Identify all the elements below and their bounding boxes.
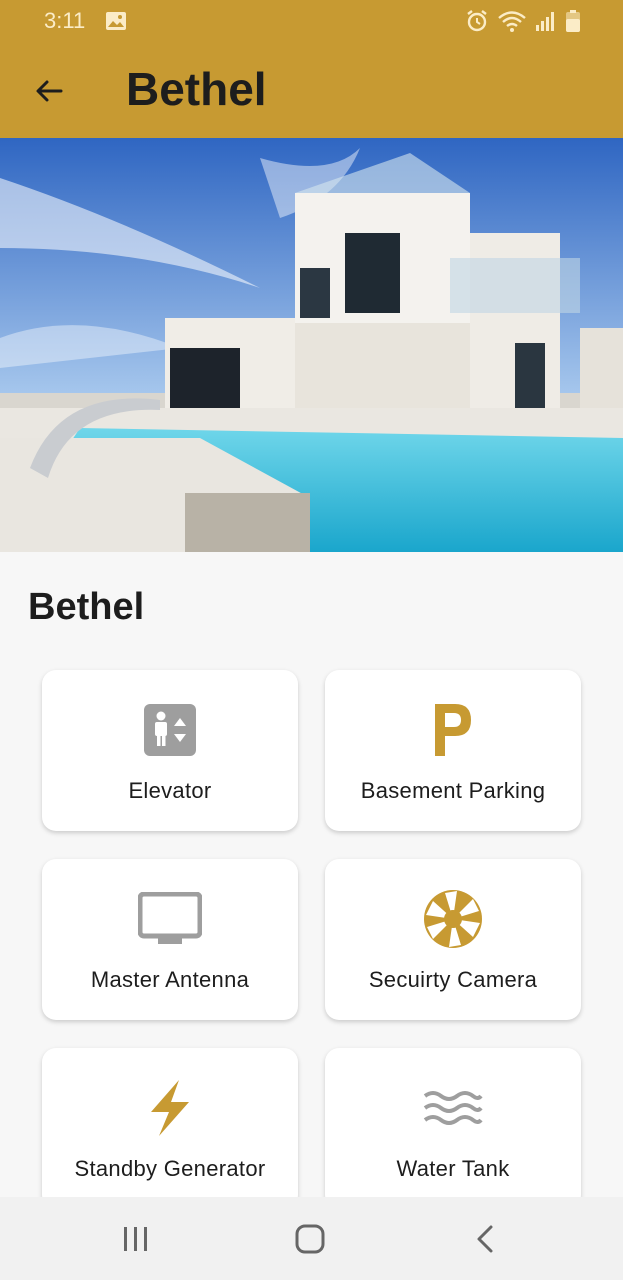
system-nav-bar: [0, 1197, 623, 1280]
status-icons: [465, 9, 581, 38]
back-icon: [477, 1225, 493, 1253]
parking-icon: [421, 698, 485, 762]
property-photo: [0, 138, 623, 552]
camera-shutter-icon: [421, 887, 485, 951]
amenity-card-elevator[interactable]: Elevator: [42, 670, 298, 831]
amenity-label: Master Antenna: [90, 967, 250, 992]
amenity-card-security-camera[interactable]: Secuirty Camera: [325, 859, 581, 1020]
lightning-icon: [138, 1076, 202, 1140]
signal-icon: [535, 10, 557, 37]
back-button[interactable]: [28, 70, 70, 112]
wifi-icon: [497, 9, 527, 38]
amenity-card-master-antenna[interactable]: Master Antenna: [42, 859, 298, 1020]
status-bar: 3:11: [0, 0, 623, 44]
system-back-button[interactable]: [465, 1219, 505, 1259]
alarm-icon: [465, 9, 489, 38]
app-bar: Bethel: [0, 44, 623, 138]
amenity-card-basement-parking[interactable]: Basement Parking: [325, 670, 581, 831]
amenity-label: Water Tank: [396, 1156, 510, 1181]
tv-icon: [138, 887, 202, 951]
amenity-label: Standby Generator: [74, 1156, 266, 1181]
recents-icon: [124, 1227, 147, 1251]
page-title: Bethel: [126, 63, 267, 115]
recents-button[interactable]: [116, 1219, 156, 1259]
elevator-icon: [138, 698, 202, 762]
home-icon: [295, 1224, 325, 1254]
amenity-label: Elevator: [128, 778, 212, 803]
image-icon: [105, 11, 127, 36]
battery-icon: [565, 9, 581, 38]
section-title: Bethel: [28, 586, 145, 628]
amenity-label: Secuirty Camera: [368, 967, 538, 992]
status-time: 3:11: [44, 8, 86, 33]
amenity-card-standby-generator[interactable]: Standby Generator: [42, 1048, 298, 1209]
amenity-card-water-tank[interactable]: Water Tank: [325, 1048, 581, 1209]
arrow-left-icon: [36, 80, 63, 102]
waves-icon: [421, 1076, 485, 1140]
home-button[interactable]: [290, 1219, 330, 1259]
amenity-label: Basement Parking: [360, 778, 546, 803]
